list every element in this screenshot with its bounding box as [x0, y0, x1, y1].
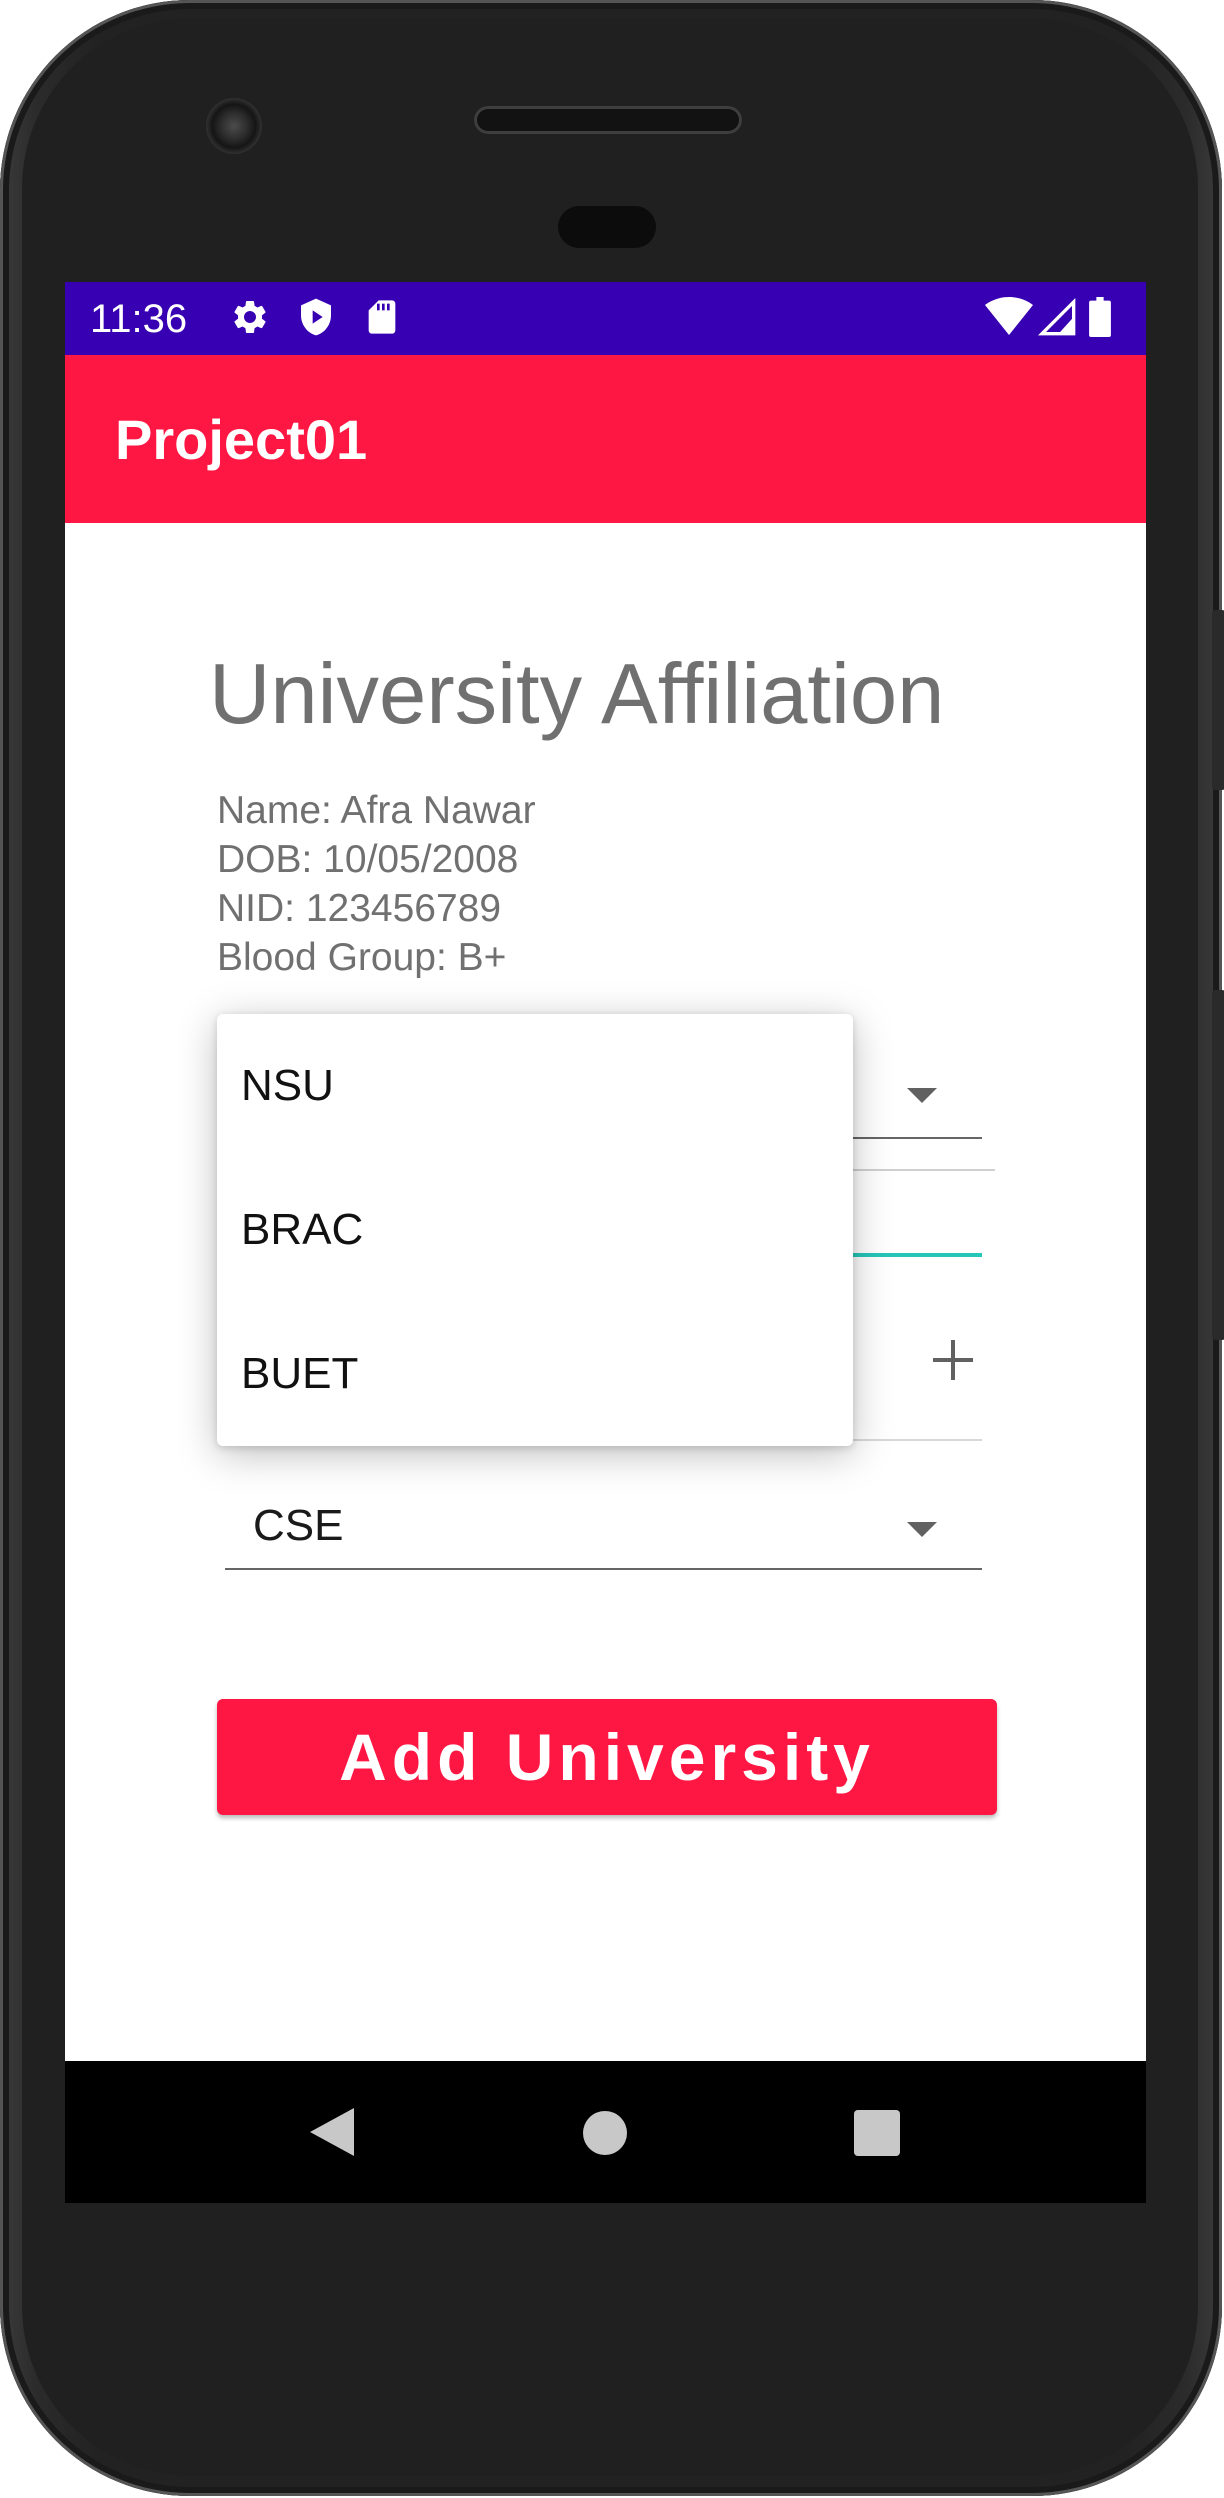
back-icon[interactable]	[310, 2108, 354, 2156]
volume-button	[1212, 990, 1224, 1340]
page-title: University Affiliation	[209, 647, 945, 742]
dropdown-option-nsu[interactable]: NSU	[217, 1014, 853, 1158]
info-nid: NID: 123456789	[217, 887, 502, 930]
battery-icon	[1089, 297, 1111, 337]
dropdown-option-brac[interactable]: BRAC	[217, 1158, 853, 1302]
wifi-icon	[985, 297, 1033, 335]
plus-icon[interactable]	[929, 1336, 977, 1384]
app-bar: Project01	[65, 355, 1146, 523]
add-university-button[interactable]: Add University	[217, 1699, 997, 1815]
power-button	[1212, 610, 1224, 790]
earpiece-speaker	[474, 106, 742, 134]
department-spinner-value: CSE	[253, 1501, 344, 1550]
info-dob: DOB: 10/05/2008	[217, 838, 519, 881]
navigation-bar	[65, 2061, 1146, 2203]
university-dropdown-popup: NSU BRAC BUET	[217, 1014, 853, 1446]
department-spinner-underline	[225, 1568, 982, 1570]
status-bar: 11:36	[65, 282, 1146, 355]
dropdown-option-buet[interactable]: BUET	[217, 1302, 853, 1446]
recents-icon[interactable]	[854, 2110, 900, 2156]
app-title: Project01	[115, 408, 368, 471]
chevron-down-icon	[907, 1088, 937, 1103]
sd-card-icon	[368, 300, 396, 334]
home-icon[interactable]	[583, 2111, 627, 2155]
info-name: Name: Afra Nawar	[217, 789, 536, 832]
shield-play-icon	[301, 298, 331, 336]
screen: 11:36 Project01 University Affiliation N…	[65, 282, 1146, 2203]
front-camera	[206, 98, 262, 154]
status-time: 11:36	[90, 297, 188, 341]
chevron-down-icon	[907, 1522, 937, 1537]
info-blood-group: Blood Group: B+	[217, 936, 507, 979]
signal-icon	[1037, 297, 1076, 336]
gear-icon	[234, 301, 266, 333]
proximity-sensor	[558, 206, 656, 248]
